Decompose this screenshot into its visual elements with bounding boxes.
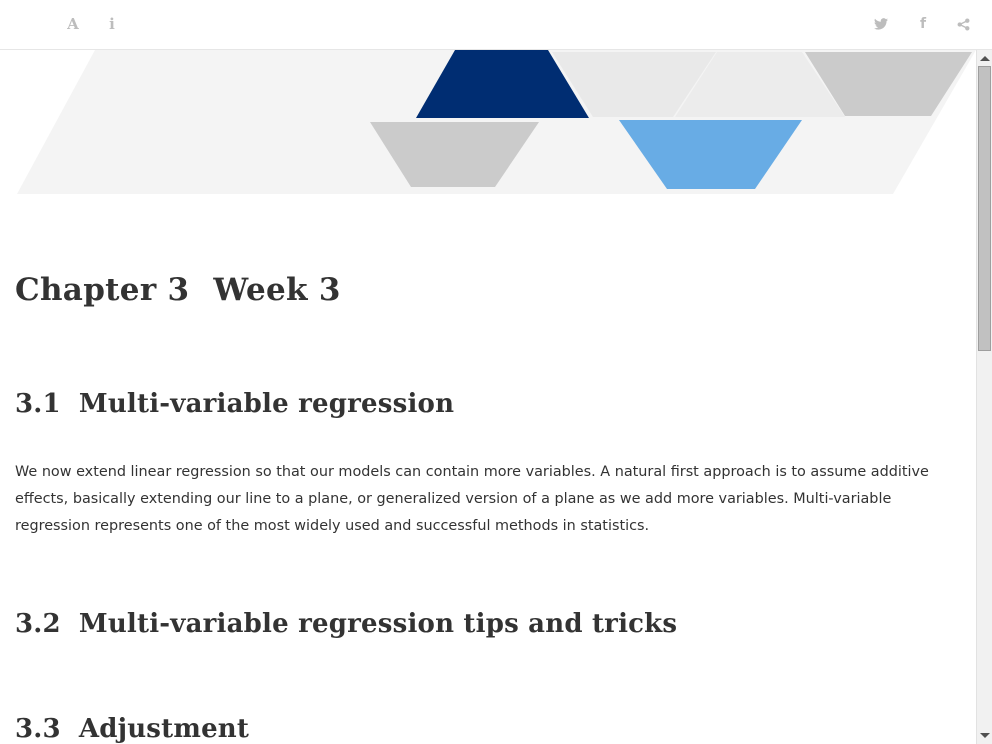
scroll-down-arrow-icon[interactable] <box>980 733 990 738</box>
section-title: Multi-variable regression <box>78 389 455 419</box>
section-number: 3.1 <box>15 389 61 419</box>
twitter-icon <box>874 18 888 30</box>
font-settings-icon: A <box>67 15 79 33</box>
section-title: Multi-variable regression tips and trick… <box>78 609 678 639</box>
share-button[interactable] <box>951 12 975 36</box>
scrollbar-thumb[interactable] <box>978 66 991 351</box>
section-title: Adjustment <box>78 714 250 744</box>
section-heading-3-1: 3.1 Multi-variable regression <box>15 389 454 419</box>
book-toolbar: A i f <box>0 0 992 50</box>
twitter-share-button[interactable] <box>869 12 893 36</box>
section-paragraph: We now extend linear regression so that … <box>15 464 929 534</box>
hexagon-banner-image <box>17 50 976 194</box>
section-heading-3-3: 3.3 Adjustment <box>15 714 249 744</box>
section-number: 3.2 <box>15 609 61 639</box>
vertical-scrollbar[interactable] <box>976 50 992 744</box>
scroll-up-arrow-icon[interactable] <box>980 56 990 61</box>
info-button[interactable]: i <box>100 12 124 36</box>
section-heading-3-2: 3.2 Multi-variable regression tips and tr… <box>15 609 677 639</box>
chapter-number: Chapter 3 <box>15 272 190 308</box>
facebook-icon: f <box>919 16 927 32</box>
share-icon <box>957 18 969 30</box>
font-settings-button[interactable]: A <box>61 12 85 36</box>
facebook-share-button[interactable]: f <box>911 12 935 36</box>
chapter-name: Week 3 <box>213 272 341 308</box>
chapter-title: Chapter 3 Week 3 <box>15 272 341 308</box>
info-icon: i <box>109 15 115 33</box>
book-content: Chapter 3 Week 3 3.1 Multi-variable regres… <box>0 50 976 744</box>
section-number: 3.3 <box>15 714 61 744</box>
